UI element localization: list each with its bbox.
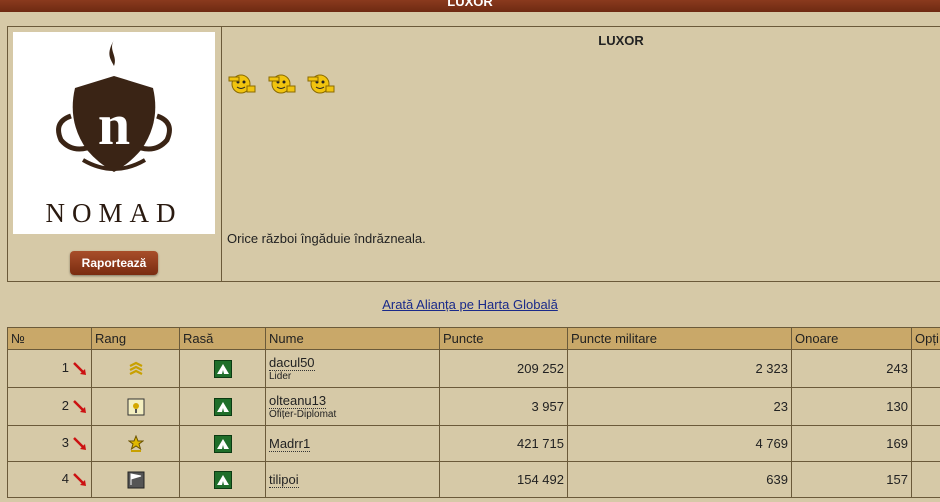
row-number: 1 — [61, 360, 69, 376]
window-title-bar: LUXOR — [0, 0, 940, 12]
table-row: 2 olteanu13 Ofițer-Diplomat 3 957 23 130 — [7, 387, 940, 426]
honor-cell: 169 — [791, 425, 912, 462]
options-cell — [911, 387, 940, 426]
map-link-row: Arată Alianța pe Harta Globală — [0, 297, 940, 312]
military-points-cell: 4 769 — [567, 425, 792, 462]
options-cell — [911, 461, 940, 498]
honor-cell: 157 — [791, 461, 912, 498]
military-points-cell: 2 323 — [567, 349, 792, 388]
military-points-cell: 23 — [567, 387, 792, 426]
row-number-cell: 2 — [7, 387, 92, 426]
diplomat-rank-icon — [127, 398, 144, 415]
col-header-military-points[interactable]: Puncte militare — [567, 327, 792, 350]
alliance-logo: n NOMAD — [13, 32, 215, 234]
player-name-link[interactable]: olteanu13 — [269, 393, 327, 409]
col-header-name[interactable]: Nume — [265, 327, 440, 350]
rank-cell — [91, 349, 180, 388]
flag-rank-icon — [127, 471, 144, 488]
alliance-info-panel: n NOMAD Raportează LUXOR Orice război în… — [7, 26, 940, 282]
name-cell: dacul50 Lider — [265, 349, 440, 388]
tent-race-icon — [213, 470, 232, 489]
col-header-honor[interactable]: Onoare — [791, 327, 912, 350]
row-number-cell: 3 — [7, 425, 92, 462]
nomad-emblem-icon: n — [56, 40, 172, 172]
rank-cell — [91, 387, 180, 426]
alliance-name: LUXOR — [598, 33, 644, 48]
honor-cell: 243 — [791, 349, 912, 388]
options-cell — [911, 349, 940, 388]
tent-race-icon — [213, 434, 232, 453]
race-cell — [179, 387, 266, 426]
player-role: Ofițer-Diplomat — [269, 409, 337, 420]
alliance-motto: Orice război îngăduie îndrăzneala. — [227, 231, 426, 246]
tent-race-icon — [213, 359, 232, 378]
col-header-no: № — [7, 327, 92, 350]
military-points-cell: 639 — [567, 461, 792, 498]
row-number-cell: 1 — [7, 349, 92, 388]
points-cell: 3 957 — [439, 387, 568, 426]
tent-race-icon — [213, 397, 232, 416]
rank-cell — [91, 461, 180, 498]
table-row: 3 Madrr1 421 715 4 769 169 — [7, 425, 940, 462]
show-on-global-map-link[interactable]: Arată Alianța pe Harta Globală — [382, 297, 558, 312]
table-row: 4 tilipoi 154 492 639 157 — [7, 461, 940, 498]
row-number: 4 — [61, 471, 69, 487]
smiley-salute-icon — [228, 74, 256, 94]
window-title: LUXOR — [447, 0, 493, 9]
points-cell: 421 715 — [439, 425, 568, 462]
red-arrow-icon — [73, 399, 86, 413]
race-cell — [179, 461, 266, 498]
race-cell — [179, 425, 266, 462]
name-cell: Madrr1 — [265, 425, 440, 462]
player-role: Lider — [269, 371, 292, 382]
red-arrow-icon — [73, 472, 86, 486]
points-cell: 154 492 — [439, 461, 568, 498]
description-cell: LUXOR Orice război îngăduie îndrăzneala. — [221, 27, 940, 281]
row-number: 2 — [61, 398, 69, 414]
player-name-link[interactable]: tilipoi — [269, 472, 299, 488]
red-arrow-icon — [73, 361, 86, 375]
rank-cell — [91, 425, 180, 462]
col-header-race[interactable]: Rasă — [179, 327, 266, 350]
logo-text: NOMAD — [45, 198, 183, 228]
row-number-cell: 4 — [7, 461, 92, 498]
star-rank-icon — [127, 434, 144, 452]
name-cell: olteanu13 Ofițer-Diplomat — [265, 387, 440, 426]
members-table: № Rang Rasă Nume Puncte Puncte militare … — [7, 327, 940, 498]
svg-text:n: n — [98, 92, 130, 157]
name-cell: tilipoi — [265, 461, 440, 498]
row-number: 3 — [61, 435, 69, 451]
logo-cell: n NOMAD Raportează — [8, 27, 222, 281]
smiley-salute-icon — [268, 74, 296, 94]
table-row: 1 dacul50 Lider 209 252 2 323 243 — [7, 349, 940, 388]
race-cell — [179, 349, 266, 388]
col-header-points[interactable]: Puncte — [439, 327, 568, 350]
smiley-row — [227, 73, 342, 98]
report-button[interactable]: Raportează — [70, 251, 158, 275]
col-header-options: Opți — [911, 327, 940, 350]
col-header-rank[interactable]: Rang — [91, 327, 180, 350]
player-name-link[interactable]: Madrr1 — [269, 436, 311, 452]
smiley-salute-icon — [307, 74, 335, 94]
chevrons-rank-icon — [129, 361, 142, 375]
table-header-row: № Rang Rasă Nume Puncte Puncte militare … — [7, 327, 940, 350]
points-cell: 209 252 — [439, 349, 568, 388]
red-arrow-icon — [73, 436, 86, 450]
options-cell — [911, 425, 940, 462]
honor-cell: 130 — [791, 387, 912, 426]
player-name-link[interactable]: dacul50 — [269, 355, 315, 371]
